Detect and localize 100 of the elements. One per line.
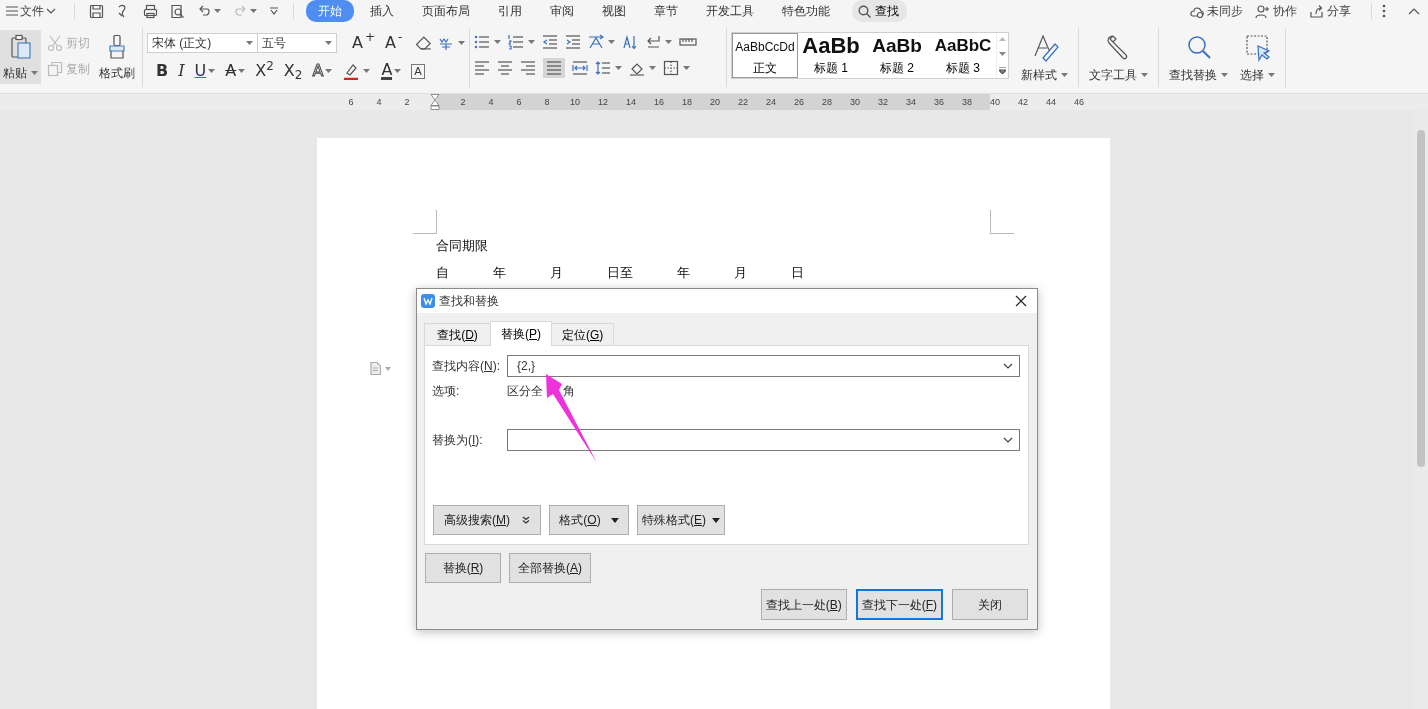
- expand-gallery-icon[interactable]: [999, 67, 1006, 74]
- input-field[interactable]: [507, 429, 1020, 451]
- format-button[interactable]: A: [408, 61, 428, 81]
- dialog-button[interactable]: 替换(R): [425, 553, 501, 583]
- collapse-icon[interactable]: [1408, 7, 1420, 15]
- eraser-icon[interactable]: [415, 36, 432, 50]
- save-icon[interactable]: [89, 3, 104, 19]
- field-label: 查找内容(N):: [432, 358, 501, 375]
- dialog-button[interactable]: 全部替换(A): [509, 553, 591, 583]
- font-size-select[interactable]: 五号: [258, 33, 337, 53]
- menu-tab[interactable]: 引用: [486, 0, 534, 22]
- caret-icon: [683, 66, 690, 70]
- input-field[interactable]: {2,}: [507, 355, 1020, 377]
- dropdown-button[interactable]: 特殊格式(E): [637, 505, 725, 535]
- ruler-number: 4: [487, 96, 495, 109]
- font-size-button[interactable]: A$^{-}$: [382, 33, 406, 53]
- print-icon[interactable]: [143, 3, 158, 19]
- caret-icon: [665, 40, 672, 44]
- format-button[interactable]: A: [378, 61, 405, 81]
- toolbar-button[interactable]: 新样式: [1015, 30, 1074, 86]
- borders-icon[interactable]: [663, 60, 679, 76]
- ruler-number: 2: [403, 96, 411, 109]
- ruler-number: 34: [905, 96, 917, 109]
- menu-tab[interactable]: 特色功能: [770, 0, 842, 22]
- align-right-icon[interactable]: [520, 60, 536, 76]
- line-break-icon[interactable]: [645, 34, 661, 50]
- font-select[interactable]: 宋体 (正文): [147, 33, 259, 53]
- ruler-number: 46: [1073, 96, 1085, 109]
- style-option[interactable]: AaBbCcDd 正文: [732, 33, 798, 78]
- format-button[interactable]: A: [222, 61, 249, 81]
- more-icon[interactable]: [1382, 4, 1386, 18]
- menu-tab[interactable]: 页面布局: [410, 0, 482, 22]
- indent-marker-icon[interactable]: [430, 94, 440, 110]
- search-button[interactable]: 查找: [852, 0, 907, 22]
- align-center-icon[interactable]: [497, 60, 513, 76]
- copy-icon: [47, 61, 63, 77]
- dropdown-button[interactable]: 格式(O): [549, 505, 629, 535]
- dialog-button[interactable]: 查找下一处(F): [855, 589, 943, 620]
- caret-icon: [1141, 73, 1148, 77]
- scrollbar-thumb[interactable]: [1417, 130, 1425, 467]
- dialog-title: 查找和替换: [439, 293, 499, 310]
- caret-icon: [1268, 73, 1275, 77]
- menu-tab[interactable]: 视图: [590, 0, 638, 22]
- file-menu[interactable]: 文件: [4, 5, 58, 17]
- dropdown-button[interactable]: 高级搜索(M): [433, 505, 541, 535]
- ruler-number: 28: [821, 96, 833, 109]
- paste-button[interactable]: 粘贴: [0, 30, 41, 84]
- ruler-number: 30: [849, 96, 861, 109]
- dialog-tab[interactable]: 定位(G): [551, 323, 615, 345]
- text-layout-icon[interactable]: [588, 34, 604, 50]
- brush-icon: [107, 34, 127, 60]
- print-preview-icon[interactable]: [170, 3, 185, 19]
- toolbar-button[interactable]: 分享: [1307, 3, 1353, 19]
- highlighter-icon[interactable]: [343, 62, 360, 80]
- font-size-button[interactable]: A$^{+}$: [349, 33, 378, 53]
- decrease-indent-icon[interactable]: [542, 34, 558, 50]
- distribute-icon[interactable]: [572, 60, 588, 76]
- ruler-number: 12: [597, 96, 609, 109]
- toolbar-button[interactable]: 查找替换: [1163, 30, 1234, 86]
- bullet-list-icon[interactable]: [474, 34, 490, 50]
- dialog-tab[interactable]: 替换(P): [490, 321, 552, 346]
- dialog-tab[interactable]: 查找(D): [424, 323, 491, 345]
- dialog-button[interactable]: 查找上一处(B): [760, 589, 847, 620]
- format-button[interactable]: I: [175, 61, 188, 81]
- menu-tab[interactable]: 章节: [642, 0, 690, 22]
- format-button[interactable]: X$^{2}$: [252, 61, 277, 81]
- menu-tab[interactable]: 插入: [358, 0, 406, 22]
- toolbar-button[interactable]: 协作: [1253, 3, 1299, 19]
- increase-indent-icon[interactable]: [565, 34, 581, 50]
- style-option[interactable]: AaBbC 标题 3: [930, 33, 996, 78]
- sort-icon[interactable]: [622, 34, 638, 50]
- style-option[interactable]: AaBb 标题 1: [798, 33, 864, 78]
- format-painter-button[interactable]: 格式刷: [96, 30, 138, 84]
- undo-icon[interactable]: [197, 3, 212, 19]
- ruler-number: 44: [1045, 96, 1057, 109]
- close-icon[interactable]: [1015, 295, 1027, 307]
- ruler-number: 32: [877, 96, 889, 109]
- document-text: 年: [677, 265, 690, 281]
- caret-icon: [385, 366, 391, 371]
- selection-icon: [1243, 34, 1272, 62]
- style-option[interactable]: AaBb 标题 2: [864, 33, 930, 78]
- format-button[interactable]: X$_{2}$: [280, 61, 306, 81]
- ruler-number: 40: [989, 96, 1001, 109]
- toolbar-button[interactable]: 选择: [1234, 30, 1281, 86]
- ruler-number: 18: [681, 96, 693, 109]
- toolbar-button[interactable]: 未同步: [1187, 3, 1245, 19]
- numbered-list-icon[interactable]: [508, 34, 524, 50]
- align-left-icon[interactable]: [474, 60, 490, 76]
- ruler-number: 26: [793, 96, 805, 109]
- expand-icon: [522, 516, 530, 524]
- justify-icon[interactable]: [546, 60, 562, 76]
- menu-tab[interactable]: 审阅: [538, 0, 586, 22]
- toolbar-button[interactable]: 文字工具: [1083, 30, 1154, 86]
- dialog-button[interactable]: 关闭: [952, 589, 1028, 620]
- menu-tab[interactable]: 开发工具: [694, 0, 766, 22]
- format-button[interactable]: B: [153, 61, 172, 81]
- line-spacing-icon[interactable]: [595, 60, 611, 76]
- format-button[interactable]: U: [191, 61, 219, 81]
- scroll-down-icon[interactable]: [999, 52, 1006, 56]
- customize-icon[interactable]: [269, 7, 279, 15]
